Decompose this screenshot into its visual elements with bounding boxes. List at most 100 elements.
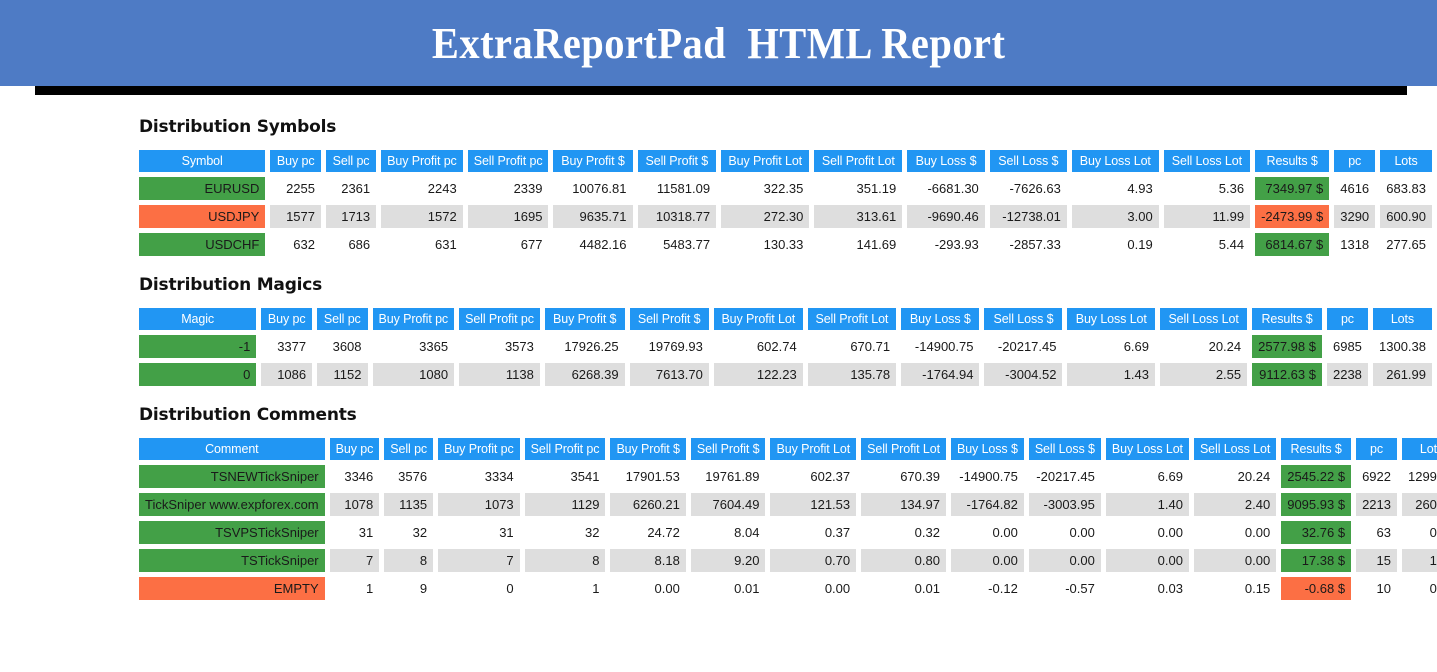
column-header-sell-loss-lot[interactable]: Sell Loss Lot	[1193, 438, 1277, 460]
table-row: TSTickSniper 7 8 7 8 8.18 9.20 0.70 0.80…	[139, 549, 1437, 572]
cell-sell-loss-lot: 20.24	[1208, 339, 1242, 354]
column-header-buy-loss-lot[interactable]: Buy Loss Lot	[1105, 438, 1189, 460]
cell-sell-profit-pc: 1695	[467, 205, 549, 228]
cell-sell-profit-lot: 313.61	[814, 205, 903, 228]
row-label: TickSniper www.expforex.com	[139, 493, 325, 516]
cell-results: -2473.99 $	[1255, 205, 1330, 228]
column-header-results[interactable]: Results $	[1255, 150, 1330, 172]
cell-buy-loss-lot: 1.43	[1067, 363, 1156, 386]
column-header-sell-profit-lot[interactable]: Sell Profit Lot	[814, 150, 903, 172]
column-header-buy-profit-pc[interactable]: Buy Profit pc	[381, 150, 463, 172]
cell-sell-profit-usd: 11581.09	[656, 181, 711, 196]
cell-buy-profit-lot: 0.37	[824, 525, 851, 540]
table-body: EURUSD 2255 2361 2243 2339 10076.81 1158…	[139, 177, 1432, 256]
column-header-pc[interactable]: pc	[1334, 150, 1376, 172]
cell-sell-pc: 1713	[325, 205, 377, 228]
table-row: EURUSD 2255 2361 2243 2339 10076.81 1158…	[139, 177, 1432, 200]
cell-sell-loss-lot: 20.24	[1237, 469, 1271, 484]
table-header-row: Symbol Buy pc Sell pc Buy Profit pc Sell…	[139, 150, 1432, 172]
column-header-buy-loss-lot[interactable]: Buy Loss Lot	[1067, 308, 1156, 330]
column-header-results[interactable]: Results $	[1281, 438, 1352, 460]
cell-buy-profit-usd: 6260.21	[610, 493, 686, 516]
column-header-buy-profit-usd[interactable]: Buy Profit $	[544, 308, 625, 330]
column-header-buy-profit-lot[interactable]: Buy Profit Lot	[713, 308, 803, 330]
column-header-sell-pc[interactable]: Sell pc	[317, 308, 368, 330]
cell-buy-pc: 1	[366, 581, 374, 596]
column-header-sell-profit-usd[interactable]: Sell Profit $	[690, 438, 766, 460]
column-header-buy-loss-usd[interactable]: Buy Loss $	[901, 308, 980, 330]
cell-buy-profit-pc: 7	[438, 549, 520, 572]
cell-buy-pc: 1577	[270, 205, 321, 228]
cell-sell-pc: 3608	[332, 339, 362, 354]
column-header-buy-loss-usd[interactable]: Buy Loss $	[950, 438, 1024, 460]
column-header-buy-loss-usd[interactable]: Buy Loss $	[907, 150, 985, 172]
cell-buy-profit-usd: 10076.81	[572, 181, 627, 196]
cell-sell-loss-usd: -20217.45	[1036, 469, 1095, 484]
row-label: USDJPY	[139, 205, 266, 228]
cell-buy-profit-usd: 17926.25	[564, 339, 619, 354]
cell-results: 7349.97 $	[1255, 177, 1330, 200]
column-header-buy-pc[interactable]: Buy pc	[261, 308, 313, 330]
column-header-buy-pc[interactable]: Buy pc	[270, 150, 321, 172]
cell-sell-pc: 2361	[341, 181, 371, 196]
row-label: TSVPSTickSniper	[139, 521, 325, 544]
column-header-results[interactable]: Results $	[1252, 308, 1322, 330]
cell-buy-loss-lot: 4.93	[1127, 181, 1153, 196]
column-header-sell-loss-usd[interactable]: Sell Loss $	[984, 308, 1063, 330]
cell-sell-profit-pc: 8	[524, 549, 606, 572]
column-header-sell-profit-lot[interactable]: Sell Profit Lot	[861, 438, 946, 460]
cell-sell-profit-pc: 1138	[459, 363, 540, 386]
column-header-buy-profit-pc[interactable]: Buy Profit pc	[372, 308, 455, 330]
column-header-buy-profit-lot[interactable]: Buy Profit Lot	[721, 150, 810, 172]
column-header-comment[interactable]: Comment	[139, 438, 325, 460]
cell-sell-profit-lot: 0.32	[914, 525, 940, 540]
cell-sell-profit-lot: 670.39	[900, 469, 940, 484]
column-header-sell-loss-usd[interactable]: Sell Loss $	[1028, 438, 1101, 460]
cell-buy-loss-lot: 6.69	[1123, 339, 1150, 354]
column-header-symbol[interactable]: Symbol	[139, 150, 266, 172]
cell-results: -0.68 $	[1281, 577, 1352, 600]
column-header-buy-profit-usd[interactable]: Buy Profit $	[553, 150, 633, 172]
column-header-sell-loss-usd[interactable]: Sell Loss $	[989, 150, 1067, 172]
column-header-sell-pc[interactable]: Sell pc	[325, 150, 377, 172]
column-header-buy-loss-lot[interactable]: Buy Loss Lot	[1071, 150, 1159, 172]
column-header-magic[interactable]: Magic	[139, 308, 257, 330]
cell-buy-loss-usd: 0.00	[950, 549, 1024, 572]
column-header-buy-pc[interactable]: Buy pc	[329, 438, 380, 460]
column-header-pc[interactable]: pc	[1326, 308, 1368, 330]
cell-buy-profit-pc: 1080	[372, 363, 455, 386]
column-header-sell-profit-usd[interactable]: Sell Profit $	[629, 308, 709, 330]
column-header-buy-profit-lot[interactable]: Buy Profit Lot	[770, 438, 857, 460]
cell-buy-pc: 1078	[329, 493, 380, 516]
cell-buy-loss-usd: -6681.30	[927, 181, 979, 196]
cell-buy-loss-usd: -0.12	[988, 581, 1018, 596]
cell-buy-profit-lot: 130.33	[763, 237, 804, 252]
cell-buy-profit-usd: 4482.16	[579, 237, 627, 252]
row-label: USDCHF	[139, 233, 266, 256]
row-label: EMPTY	[139, 577, 325, 600]
table-row: TickSniper www.expforex.com 1078 1135 10…	[139, 493, 1437, 516]
cell-pc: 63	[1376, 525, 1391, 540]
column-header-sell-profit-pc[interactable]: Sell Profit pc	[524, 438, 606, 460]
cell-lots: 260.30	[1401, 493, 1437, 516]
column-header-sell-profit-usd[interactable]: Sell Profit $	[637, 150, 717, 172]
table-distribution-magics: Magic Buy pc Sell pc Buy Profit pc Sell …	[134, 303, 1437, 391]
cell-buy-loss-usd: -1764.94	[901, 363, 980, 386]
column-header-buy-profit-usd[interactable]: Buy Profit $	[610, 438, 686, 460]
column-header-pc[interactable]: pc	[1356, 438, 1397, 460]
column-header-sell-loss-lot[interactable]: Sell Loss Lot	[1160, 308, 1248, 330]
column-header-sell-profit-pc[interactable]: Sell Profit pc	[459, 308, 540, 330]
column-header-buy-profit-pc[interactable]: Buy Profit pc	[438, 438, 520, 460]
column-header-sell-loss-lot[interactable]: Sell Loss Lot	[1163, 150, 1251, 172]
cell-lots: 1299.69	[1407, 469, 1437, 484]
column-header-sell-profit-lot[interactable]: Sell Profit Lot	[807, 308, 897, 330]
column-header-lots[interactable]: Lots	[1401, 438, 1437, 460]
column-header-lots[interactable]: Lots	[1380, 150, 1432, 172]
column-header-lots[interactable]: Lots	[1372, 308, 1432, 330]
column-header-sell-pc[interactable]: Sell pc	[384, 438, 434, 460]
table-header-row: Comment Buy pc Sell pc Buy Profit pc Sel…	[139, 438, 1437, 460]
column-header-sell-profit-pc[interactable]: Sell Profit pc	[467, 150, 549, 172]
cell-sell-profit-lot: 351.19	[856, 181, 897, 196]
cell-pc: 1318	[1340, 237, 1370, 252]
cell-sell-loss-usd: -3004.52	[984, 363, 1063, 386]
